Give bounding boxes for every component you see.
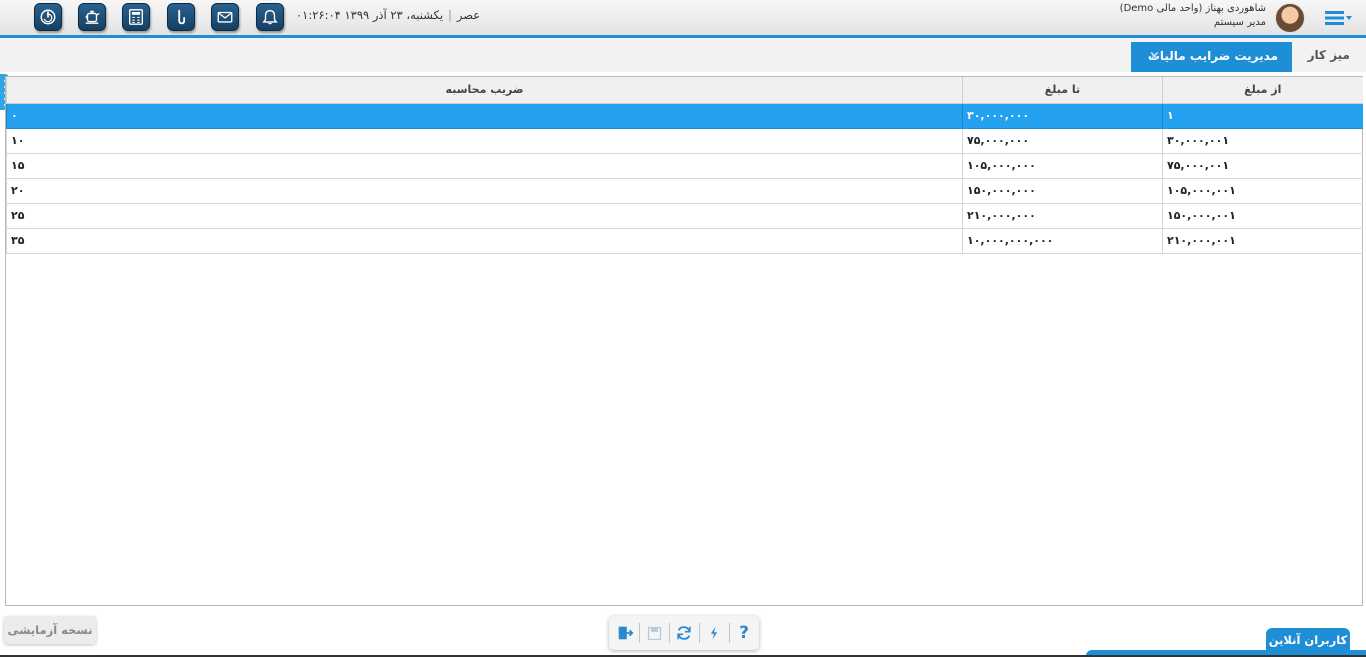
cell-rate[interactable]: ۳۵ — [6, 228, 963, 254]
tax-coefficients-grid: از مبلغ تا مبلغ ضریب محاسبه ۱ ۳۰,۰۰۰,۰۰۰… — [5, 76, 1363, 606]
mail-icon — [217, 11, 233, 23]
current-datetime: ۰۱:۲۶:۰۴ عصر|یکشنبه، ۲۳ آذر ۱۳۹۹ — [296, 8, 481, 22]
teapot-icon — [85, 10, 100, 24]
help-icon[interactable]: ? — [731, 621, 757, 645]
top-bar: ۰۱:۲۶:۰۴ عصر|یکشنبه، ۲۳ آذر ۱۳۹۹ شاهوردی… — [0, 0, 1366, 35]
tab-strip: میز کار مدیریت ضرایب مالیات × — [0, 38, 1366, 72]
table-row[interactable]: ۱۵۰,۰۰۰,۰۰۱ ۲۱۰,۰۰۰,۰۰۰ ۲۵ — [6, 203, 1363, 229]
table-row[interactable]: ۱۰۵,۰۰۰,۰۰۱ ۱۵۰,۰۰۰,۰۰۰ ۲۰ — [6, 178, 1363, 204]
cell-to[interactable]: ۱۰۵,۰۰۰,۰۰۰ — [962, 153, 1163, 179]
power-button[interactable] — [34, 3, 62, 31]
cell-from[interactable]: ۳۰,۰۰۰,۰۰۱ — [1162, 128, 1363, 154]
data-table: از مبلغ تا مبلغ ضریب محاسبه ۱ ۳۰,۰۰۰,۰۰۰… — [6, 77, 1363, 254]
flash-icon — [710, 626, 718, 640]
cell-rate[interactable]: ۲۵ — [6, 203, 963, 229]
main-menu-button[interactable] — [1323, 8, 1355, 28]
notifications-button[interactable] — [256, 3, 284, 31]
cell-rate[interactable]: ۰ — [6, 103, 963, 129]
tab-desk[interactable]: میز کار — [1308, 48, 1350, 62]
cell-to[interactable]: ۷۵,۰۰۰,۰۰۰ — [962, 128, 1163, 154]
refresh-button[interactable] — [671, 621, 697, 645]
column-header-to[interactable]: تا مبلغ — [962, 77, 1163, 104]
exit-button[interactable] — [612, 621, 638, 645]
user-name: شاهوردی بهناز (واحد مالی Demo) — [1119, 3, 1266, 14]
column-header-from[interactable]: از مبلغ — [1162, 77, 1363, 104]
cell-to[interactable]: ۳۰,۰۰۰,۰۰۰ — [962, 103, 1163, 129]
save-button[interactable] — [641, 621, 667, 645]
table-row[interactable]: ۱ ۳۰,۰۰۰,۰۰۰ ۰ — [6, 103, 1363, 129]
table-header-row: از مبلغ تا مبلغ ضریب محاسبه — [6, 77, 1363, 104]
refresh-icon — [677, 626, 691, 640]
table-row[interactable]: ۲۱۰,۰۰۰,۰۰۱ ۱۰,۰۰۰,۰۰۰,۰۰۰ ۳۵ — [6, 228, 1363, 254]
avatar[interactable] — [1275, 3, 1305, 33]
hamburger-menu-icon — [1325, 11, 1352, 25]
cell-rate[interactable]: ۲۰ — [6, 178, 963, 204]
cell-rate[interactable]: ۱۰ — [6, 128, 963, 154]
cell-from[interactable]: ۱۰۵,۰۰۰,۰۰۱ — [1162, 178, 1363, 204]
current-date: یکشنبه، ۲۳ آذر ۱۳۹۹ — [344, 8, 444, 22]
quick-action-button[interactable] — [701, 621, 727, 645]
cell-to[interactable]: ۲۱۰,۰۰۰,۰۰۰ — [962, 203, 1163, 229]
cell-to[interactable]: ۱۰,۰۰۰,۰۰۰,۰۰۰ — [962, 228, 1163, 254]
cell-from[interactable]: ۱ — [1162, 103, 1363, 129]
calculator-icon — [129, 9, 143, 25]
action-toolbar: ? — [609, 616, 759, 650]
trial-version-badge: نسخه آزمایشی — [4, 616, 96, 644]
support-button[interactable] — [167, 3, 195, 31]
cell-from[interactable]: ۲۱۰,۰۰۰,۰۰۱ — [1162, 228, 1363, 254]
cell-from[interactable]: ۱۵۰,۰۰۰,۰۰۱ — [1162, 203, 1363, 229]
column-header-rate[interactable]: ضریب محاسبه — [6, 77, 963, 104]
calculator-button[interactable] — [122, 3, 150, 31]
break-button[interactable] — [78, 3, 106, 31]
cell-from[interactable]: ۷۵,۰۰۰,۰۰۱ — [1162, 153, 1363, 179]
cell-rate[interactable]: ۱۵ — [6, 153, 963, 179]
table-row[interactable]: ۷۵,۰۰۰,۰۰۱ ۱۰۵,۰۰۰,۰۰۰ ۱۵ — [6, 153, 1363, 179]
power-icon — [40, 9, 56, 25]
exit-icon — [618, 626, 634, 640]
bell-icon — [262, 10, 278, 25]
save-icon — [647, 626, 661, 640]
user-role: مدیر سیستم — [1213, 17, 1266, 28]
online-users-button[interactable]: کاربران آنلاین — [1266, 628, 1350, 652]
help-hook-icon — [178, 9, 186, 25]
close-icon[interactable]: × — [1149, 49, 1160, 64]
table-row[interactable]: ۳۰,۰۰۰,۰۰۱ ۷۵,۰۰۰,۰۰۰ ۱۰ — [6, 128, 1363, 154]
tab-tax-coefficients[interactable]: مدیریت ضرایب مالیات × — [1131, 42, 1292, 72]
mail-button[interactable] — [211, 3, 239, 31]
tab-tax-coefficients-label: مدیریت ضرایب مالیات — [1147, 49, 1278, 63]
cell-to[interactable]: ۱۵۰,۰۰۰,۰۰۰ — [962, 178, 1163, 204]
